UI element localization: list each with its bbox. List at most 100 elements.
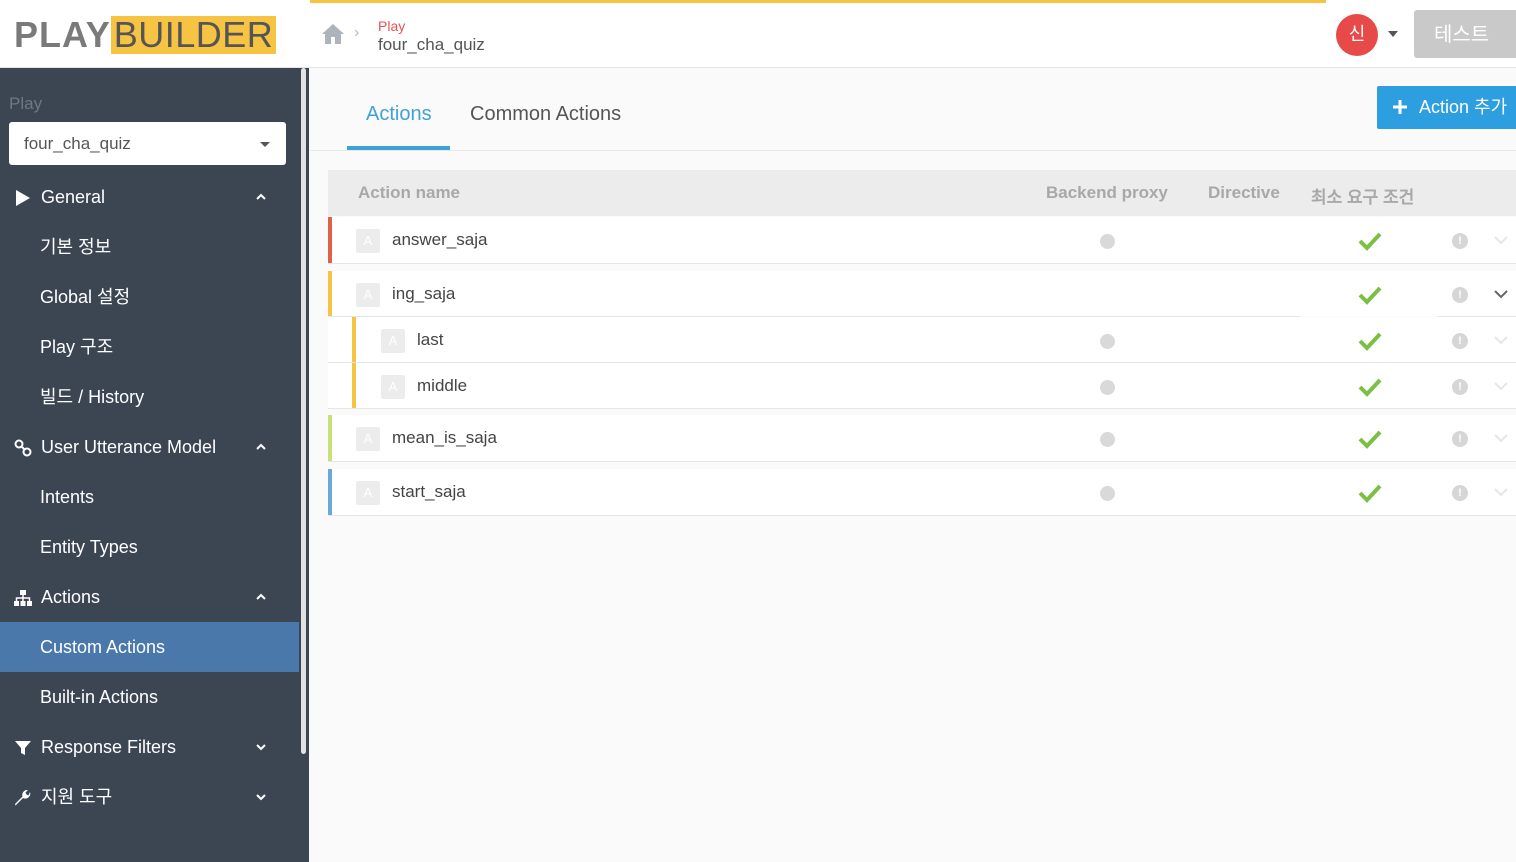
sidebar-item-label: Entity Types [40, 537, 138, 557]
header-min-requirements: 최소 요구 조건 [1311, 188, 1415, 207]
action-name[interactable]: ing_saja [392, 284, 455, 304]
sidebar-item-built-in-actions[interactable]: Built-in Actions [0, 672, 299, 722]
sidebar-item-support-tools[interactable]: 지원 도구 [0, 772, 299, 822]
sidebar-item-label: Custom Actions [40, 637, 166, 657]
action-name[interactable]: last [417, 330, 443, 350]
backend-proxy-dot-icon [1100, 334, 1115, 349]
row-color-bar [328, 469, 332, 515]
sidebar-item-user-utterance-model[interactable]: User Utterance Model [0, 422, 299, 472]
wrench-icon [15, 789, 31, 806]
sidebar-item-intents[interactable]: Intents [0, 472, 299, 522]
breadcrumb-current: four_cha_quiz [378, 35, 485, 54]
action-name[interactable]: start_saja [392, 482, 466, 502]
sidebar-item-label: User Utterance Model [41, 437, 217, 457]
chevron-up-icon [256, 443, 266, 450]
action-type-badge: A [356, 481, 380, 505]
row-color-bar [328, 415, 332, 461]
table-row[interactable]: A middle ! [328, 363, 1516, 409]
table-row[interactable]: A start_saja ! [328, 469, 1516, 516]
action-name[interactable]: mean_is_saja [392, 428, 497, 448]
chevron-down-icon[interactable] [1494, 433, 1508, 443]
sidebar-item-label: 기본 정보 [40, 237, 112, 257]
row-color-bar [328, 217, 332, 263]
active-tab-indicator [347, 146, 450, 150]
filter-icon [15, 741, 31, 755]
backend-proxy-dot-icon [1100, 486, 1115, 501]
chevron-up-icon [256, 193, 266, 200]
info-icon[interactable]: ! [1452, 431, 1468, 447]
sidebar-item-response-filters[interactable]: Response Filters [0, 722, 299, 772]
table-header: Action name Backend proxy Directive 최소 요… [328, 170, 1516, 216]
chevron-down-icon[interactable] [1494, 381, 1508, 391]
tab-common-actions[interactable]: Common Actions [470, 103, 621, 126]
sidebar-item-entity-types[interactable]: Entity Types [0, 522, 299, 572]
sidebar-item-actions[interactable]: Actions [0, 572, 299, 622]
sidebar-item-custom-actions[interactable]: Custom Actions [0, 622, 299, 672]
breadcrumb-separator-icon: › [354, 24, 360, 41]
sidebar-item-label: Actions [41, 587, 101, 607]
action-type-badge: A [356, 229, 380, 253]
main-content: Actions Common Actions Action 추가 Action … [310, 69, 1516, 862]
row-color-bar [328, 271, 332, 316]
caret-down-icon [260, 142, 270, 147]
logo-builder-text: BUILDER [110, 16, 277, 54]
chevron-down-icon [256, 744, 266, 751]
sidebar-item-label: Built-in Actions [40, 687, 159, 707]
tab-bar: Actions Common Actions Action 추가 [310, 69, 1516, 151]
backend-proxy-dot-icon [1100, 432, 1115, 447]
action-type-badge: A [381, 375, 405, 399]
link-icon [14, 439, 32, 457]
check-icon [1358, 378, 1382, 397]
play-select-value: four_cha_quiz [24, 134, 131, 153]
chevron-down-icon[interactable] [1494, 335, 1508, 345]
play-select[interactable]: four_cha_quiz [9, 122, 286, 165]
caret-down-icon[interactable] [1388, 31, 1398, 37]
sidebar-item-label: Response Filters [41, 737, 177, 757]
info-icon[interactable]: ! [1452, 379, 1468, 395]
chevron-down-icon[interactable] [1494, 289, 1508, 299]
tab-actions[interactable]: Actions [366, 103, 432, 126]
header-accent-line [310, 0, 1326, 3]
check-icon [1358, 484, 1382, 503]
user-avatar[interactable]: 신 [1336, 14, 1378, 56]
playbuilder-logo[interactable]: PLAY BUILDER [14, 14, 277, 55]
info-icon[interactable]: ! [1452, 233, 1468, 249]
table-row[interactable]: A ing_saja ! [328, 271, 1516, 316]
sidebar-item-label: Intents [40, 487, 95, 507]
breadcrumb-parent[interactable]: Play [378, 18, 405, 34]
sitemap-icon [14, 590, 32, 606]
sidebar-item-label: General [41, 187, 106, 207]
info-icon[interactable]: ! [1452, 485, 1468, 501]
info-icon[interactable]: ! [1452, 287, 1468, 303]
check-icon [1358, 332, 1382, 351]
table-row[interactable]: A mean_is_saja ! [328, 415, 1516, 462]
action-name[interactable]: middle [417, 376, 467, 396]
check-icon [1358, 232, 1382, 251]
logo-play-text: PLAY [14, 14, 111, 55]
header-backend-proxy: Backend proxy [1046, 183, 1168, 202]
sidebar-item-basic-info[interactable]: 기본 정보 [0, 222, 299, 272]
check-icon [1358, 430, 1382, 449]
sidebar-item-build-history[interactable]: 빌드 / History [0, 372, 299, 422]
add-action-button[interactable]: Action 추가 [1377, 86, 1516, 129]
row-color-bar [352, 363, 356, 408]
sidebar-item-general[interactable]: General [0, 172, 299, 222]
sidebar-item-play-structure[interactable]: Play 구조 [0, 322, 299, 372]
sidebar-item-global-settings[interactable]: Global 설정 [0, 272, 299, 322]
info-icon[interactable]: ! [1452, 333, 1468, 349]
header-action-name[interactable]: Action name [358, 183, 460, 203]
table-row[interactable]: A last ! [328, 317, 1516, 363]
action-type-badge: A [381, 329, 405, 353]
chevron-down-icon[interactable] [1494, 487, 1508, 497]
top-header: PLAY BUILDER › Play four_cha_quiz 신 테스트 [0, 0, 1516, 68]
check-icon [1358, 286, 1382, 305]
plus-icon [1393, 100, 1407, 114]
sidebar-scrollbar[interactable] [301, 68, 306, 754]
chevron-down-icon[interactable] [1494, 235, 1508, 245]
sidebar-item-label: 빌드 / History [40, 387, 145, 407]
table-row[interactable]: A answer_saja ! [328, 217, 1516, 264]
test-button[interactable]: 테스트 [1414, 10, 1516, 58]
action-name[interactable]: answer_saja [392, 230, 487, 250]
home-icon[interactable] [320, 22, 346, 46]
action-type-badge: A [356, 427, 380, 451]
